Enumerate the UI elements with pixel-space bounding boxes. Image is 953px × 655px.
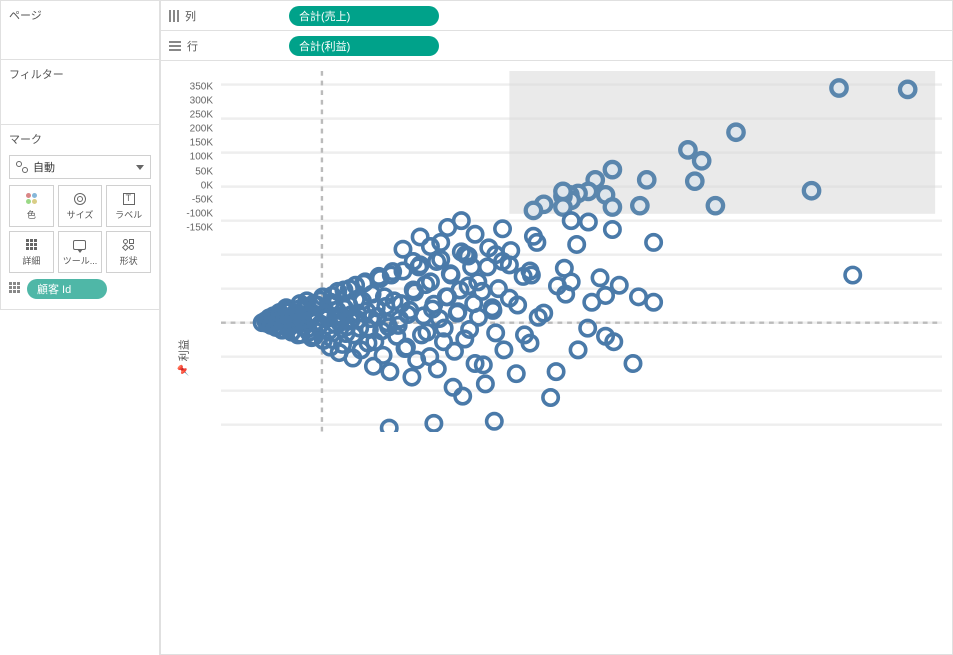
data-point[interactable] bbox=[831, 80, 846, 95]
data-point[interactable] bbox=[612, 278, 627, 293]
marks-shape-button[interactable]: 形状 bbox=[106, 231, 151, 273]
marks-card: マーク 自動 色 サイズ ラベル bbox=[0, 124, 160, 310]
rows-label: 行 bbox=[187, 38, 198, 54]
filters-shelf[interactable]: フィルター bbox=[0, 59, 160, 125]
columns-label: 列 bbox=[185, 8, 196, 24]
data-point[interactable] bbox=[412, 229, 427, 244]
data-point[interactable] bbox=[639, 172, 654, 187]
data-point[interactable] bbox=[470, 274, 485, 289]
columns-icon bbox=[169, 10, 179, 22]
data-point[interactable] bbox=[366, 359, 381, 374]
data-point[interactable] bbox=[845, 267, 860, 282]
data-point[interactable] bbox=[557, 261, 572, 276]
marks-detail-button[interactable]: 詳細 bbox=[9, 231, 54, 273]
size-icon bbox=[74, 193, 86, 205]
data-point[interactable] bbox=[605, 199, 620, 214]
data-point[interactable] bbox=[581, 214, 596, 229]
data-point[interactable] bbox=[480, 259, 495, 274]
data-point[interactable] bbox=[426, 416, 441, 431]
data-point[interactable] bbox=[509, 366, 524, 381]
chevron-down-icon bbox=[136, 165, 144, 170]
data-point[interactable] bbox=[526, 203, 541, 218]
data-point[interactable] bbox=[570, 342, 585, 357]
data-point[interactable] bbox=[440, 220, 455, 235]
data-point[interactable] bbox=[543, 390, 558, 405]
rows-icon bbox=[169, 41, 181, 51]
data-point[interactable] bbox=[495, 221, 510, 236]
detail-pill-customer-id[interactable]: 顧客 Id bbox=[27, 279, 107, 299]
data-point[interactable] bbox=[382, 364, 397, 379]
y-axis-title: 📌 利益 bbox=[176, 339, 192, 376]
data-point[interactable] bbox=[605, 222, 620, 237]
columns-pill-sum-sales[interactable]: 合計(売上) bbox=[289, 6, 439, 26]
y-tick-label: 150K bbox=[190, 138, 213, 149]
data-point[interactable] bbox=[605, 162, 620, 177]
y-tick-label: 300K bbox=[190, 95, 213, 106]
y-tick-label: 200K bbox=[190, 124, 213, 135]
data-point[interactable] bbox=[496, 342, 511, 357]
data-point[interactable] bbox=[548, 364, 563, 379]
pages-title: ページ bbox=[9, 7, 151, 27]
y-tick-label: -50K bbox=[192, 194, 213, 205]
data-point[interactable] bbox=[488, 325, 503, 340]
marks-size-button[interactable]: サイズ bbox=[58, 185, 103, 227]
label-icon bbox=[123, 193, 135, 205]
data-point[interactable] bbox=[680, 142, 695, 157]
marks-type-select[interactable]: 自動 bbox=[9, 155, 151, 179]
y-tick-label: 50K bbox=[195, 166, 213, 177]
color-icon bbox=[26, 193, 37, 204]
data-point[interactable] bbox=[466, 296, 481, 311]
data-point[interactable] bbox=[478, 376, 493, 391]
filters-title: フィルター bbox=[9, 66, 151, 86]
y-tick-label: 100K bbox=[190, 152, 213, 163]
y-tick-label: -150K bbox=[186, 223, 213, 234]
data-point[interactable] bbox=[445, 380, 460, 395]
auto-shape-icon bbox=[16, 161, 28, 173]
data-point[interactable] bbox=[708, 198, 723, 213]
data-point[interactable] bbox=[382, 420, 397, 431]
marks-label-button[interactable]: ラベル bbox=[106, 185, 151, 227]
data-point[interactable] bbox=[631, 289, 646, 304]
data-point[interactable] bbox=[646, 235, 661, 250]
data-point[interactable] bbox=[728, 125, 743, 140]
scatter-chart[interactable]: 350K 300K 250K 200K 150K 100K 50K 0K -50K -100K -1… bbox=[160, 60, 953, 655]
pin-icon: 📌 bbox=[178, 364, 189, 376]
data-point[interactable] bbox=[487, 414, 502, 429]
marks-color-button[interactable]: 色 bbox=[9, 185, 54, 227]
data-point[interactable] bbox=[900, 82, 915, 97]
rows-shelf[interactable]: 行 合計(利益) bbox=[160, 30, 953, 61]
data-point[interactable] bbox=[632, 198, 647, 213]
y-tick-label: 250K bbox=[190, 109, 213, 120]
y-tick-label: 350K bbox=[190, 81, 213, 92]
y-tick-label: -100K bbox=[186, 209, 213, 220]
data-point[interactable] bbox=[555, 184, 570, 199]
data-point[interactable] bbox=[694, 153, 709, 168]
marks-title: マーク bbox=[9, 131, 151, 151]
tooltip-icon bbox=[73, 240, 86, 250]
data-point[interactable] bbox=[467, 227, 482, 242]
data-point[interactable] bbox=[646, 295, 661, 310]
detail-icon bbox=[9, 282, 23, 296]
marks-detail-pill-row: 顧客 Id bbox=[9, 279, 151, 299]
data-point[interactable] bbox=[625, 356, 640, 371]
detail-icon bbox=[26, 239, 37, 250]
marks-tooltip-button[interactable]: ツール... bbox=[58, 231, 103, 273]
data-point[interactable] bbox=[584, 295, 599, 310]
data-point[interactable] bbox=[592, 270, 607, 285]
data-point[interactable] bbox=[569, 237, 584, 252]
marks-type-label: 自動 bbox=[33, 159, 55, 175]
shape-icon bbox=[123, 239, 134, 250]
data-point[interactable] bbox=[404, 369, 419, 384]
columns-shelf[interactable]: 列 合計(売上) bbox=[160, 0, 953, 31]
rows-pill-sum-profit[interactable]: 合計(利益) bbox=[289, 36, 439, 56]
y-tick-label: 0K bbox=[201, 180, 213, 191]
data-point[interactable] bbox=[687, 173, 702, 188]
pages-shelf[interactable]: ページ bbox=[0, 0, 160, 60]
data-point[interactable] bbox=[804, 183, 819, 198]
